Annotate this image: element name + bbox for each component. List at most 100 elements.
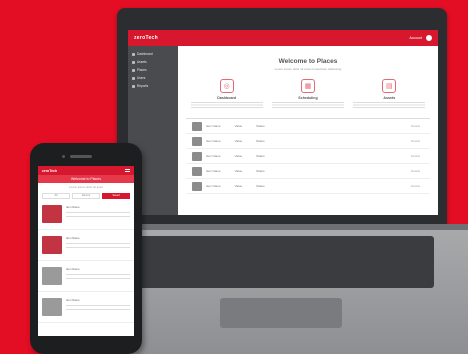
row-details-link[interactable]: Details [411,154,420,158]
item-name: Item Name [66,236,80,240]
item-thumbnail [42,267,62,285]
target-icon: ◎ [219,79,234,93]
item-thumbnail [42,298,62,316]
user-menu-label: Account [409,36,422,40]
calendar-icon: ▦ [300,79,315,93]
text-line [66,212,130,213]
phone-page-subtitle: Lorem ipsum dolor sit amet [69,185,103,189]
phone-speaker [70,155,92,158]
row-thumbnail [192,136,202,146]
text-line [66,243,130,244]
user-menu[interactable]: Account [409,35,432,41]
item-name: Item Name [66,298,80,302]
phone-camera [62,155,65,158]
text-line [66,216,130,217]
row-thumbnail [192,166,202,176]
row-status: Status [256,169,265,173]
feature-title: Scheduling [298,96,318,100]
assets-table: Item Name Value Status Details Item Name Valu… [186,118,430,194]
feature-row: ◎ Dashboard ▦ Scheduling ▤ Assets [186,79,430,108]
row-name: Item Name [206,154,221,158]
row-status: Status [256,154,265,158]
text-line [66,278,130,279]
feature-description [271,102,344,108]
table-row[interactable]: Item Name Value Status Details [186,149,430,164]
sidebar-item-users[interactable]: Users [128,74,178,82]
row-name: Item Name [206,139,221,143]
sidebar-item-label: Reports [137,84,149,88]
row-value: Value [234,154,243,158]
row-value: Value [234,124,243,128]
sidebar-item-reports[interactable]: Reports [128,82,178,90]
list-item[interactable]: Item Name [38,261,134,292]
table-row[interactable]: Item Name Value Status Details [186,164,430,179]
text-line [66,309,130,310]
row-thumbnail [192,151,202,161]
folder-icon: ▤ [382,79,397,93]
list-item[interactable]: Item Name [38,292,134,323]
laptop-hinge [97,224,468,230]
feature-card[interactable]: ◎ Dashboard [190,79,263,108]
app-logo[interactable]: zeroTech [134,35,158,41]
feature-title: Dashboard [217,96,237,100]
main-content: Welcome to Places Lorem ipsum dolor sit … [178,46,438,215]
row-details-link[interactable]: Details [411,169,420,173]
phone-tab-all[interactable]: All [42,193,70,199]
nav-dot-icon [132,76,135,80]
table-row[interactable]: Item Name Value Status Details [186,179,430,194]
sidebar-item-label: Assets [137,60,147,64]
feature-description [353,102,426,108]
phone-list: Item Name Item Name Item Name Item Name [38,199,134,323]
nav-dot-icon [132,52,135,56]
row-value: Value [234,169,243,173]
phone-tab-recent[interactable]: Recent [72,193,100,199]
table-row[interactable]: Item Name Value Status Details [186,119,430,134]
row-name: Item Name [206,124,221,128]
trackpad [220,298,342,328]
row-details-link[interactable]: Details [411,184,420,188]
row-status: Status [256,124,265,128]
row-details-link[interactable]: Details [411,124,420,128]
list-item[interactable]: Item Name [38,199,134,230]
phone-page-title: Welcome to Places [38,175,134,183]
sidebar-item-label: Places [137,68,147,72]
text-line [66,274,130,275]
phone-tab-saved[interactable]: Saved [102,193,130,199]
row-value: Value [234,139,243,143]
table-row[interactable]: Item Name Value Status Details [186,134,430,149]
nav-dot-icon [132,60,135,64]
item-thumbnail [42,205,62,223]
row-thumbnail [192,181,202,191]
phone-tabs: All Recent Saved [42,193,130,199]
app-header: zeroTech Account [128,30,438,46]
sidebar-item-dashboard[interactable]: Dashboard [128,50,178,58]
nav-dot-icon [132,68,135,72]
row-details-link[interactable]: Details [411,139,420,143]
row-status: Status [256,139,265,143]
hamburger-menu-icon[interactable] [125,169,130,172]
sidebar-item-assets[interactable]: Assets [128,58,178,66]
item-thumbnail [42,236,62,254]
avatar[interactable] [426,35,432,41]
text-line [66,305,130,306]
list-item[interactable]: Item Name [38,230,134,261]
phone-header: zeroTech [38,166,134,175]
feature-card[interactable]: ▦ Scheduling [271,79,344,108]
row-value: Value [234,184,243,188]
feature-card[interactable]: ▤ Assets [353,79,426,108]
sidebar-item-label: Dashboard [137,52,153,56]
phone-logo[interactable]: zeroTech [42,169,57,173]
row-thumbnail [192,121,202,131]
sidebar-item-label: Users [137,76,146,80]
laptop-screen: zeroTech Account Dashboard Assets Places Us… [128,30,438,215]
nav-dot-icon [132,84,135,88]
feature-title: Assets [383,96,396,100]
page-title: Welcome to Places [278,58,338,65]
row-name: Item Name [206,169,221,173]
item-name: Item Name [66,205,80,209]
row-name: Item Name [206,184,221,188]
row-status: Status [256,184,265,188]
sidebar-item-places[interactable]: Places [128,66,178,74]
text-line [66,247,130,248]
page-subtitle: Lorem ipsum dolor sit amet consectetur a… [274,67,342,71]
